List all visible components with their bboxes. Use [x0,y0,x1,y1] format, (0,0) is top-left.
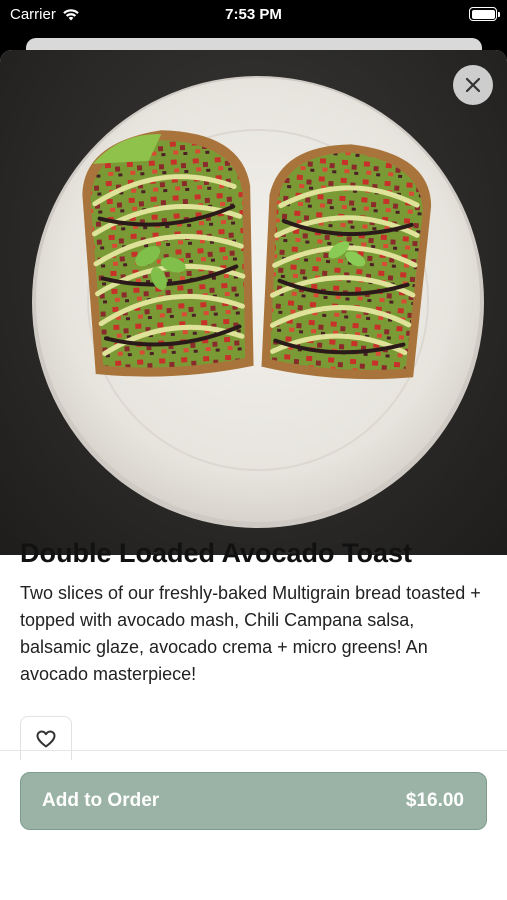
status-time: 7:53 PM [225,6,282,23]
add-to-order-label: Add to Order [42,790,160,811]
close-button[interactable] [453,65,493,105]
heart-icon [36,730,56,747]
add-to-order-button[interactable]: Add to Order $16.00 [20,772,487,830]
battery-icon [469,7,500,21]
order-price: $16.00 [405,790,464,811]
item-photo [0,50,507,555]
favorite-button[interactable] [20,716,72,760]
status-bar: Carrier 7:53 PM [0,0,507,30]
item-description: Two slices of our freshly-baked Multigra… [20,583,481,684]
footer-divider [0,750,507,751]
item-title: Double Loaded Avocado Toast [20,538,413,568]
avocado-toast-photo [32,76,484,528]
close-icon [465,77,481,93]
